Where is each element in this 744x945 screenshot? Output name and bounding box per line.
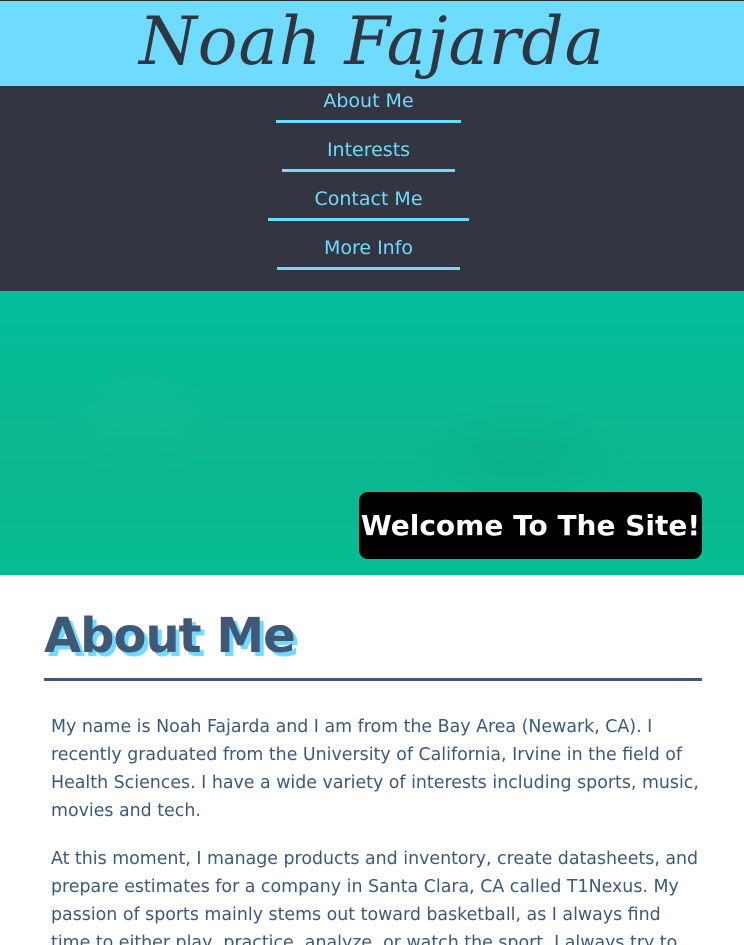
nav-link-contact-me[interactable]: Contact Me (268, 184, 469, 221)
main-nav: About Me Interests Contact Me More Info (0, 86, 744, 291)
welcome-banner: Welcome To The Site! (359, 492, 702, 559)
hero-banner: Welcome To The Site! (0, 291, 744, 575)
nav-link-more-info[interactable]: More Info (277, 233, 460, 270)
heading-divider (44, 678, 702, 681)
about-heading: About Me (44, 608, 296, 664)
nav-link-interests[interactable]: Interests (282, 135, 455, 172)
about-paragraph: My name is Noah Fajarda and I am from th… (51, 717, 699, 821)
site-header: Noah Fajarda (0, 0, 744, 86)
nav-link-about-me[interactable]: About Me (276, 86, 461, 123)
about-paragraph: At this moment, I manage products and in… (51, 849, 699, 945)
site-title: Noah Fajarda (139, 3, 605, 80)
